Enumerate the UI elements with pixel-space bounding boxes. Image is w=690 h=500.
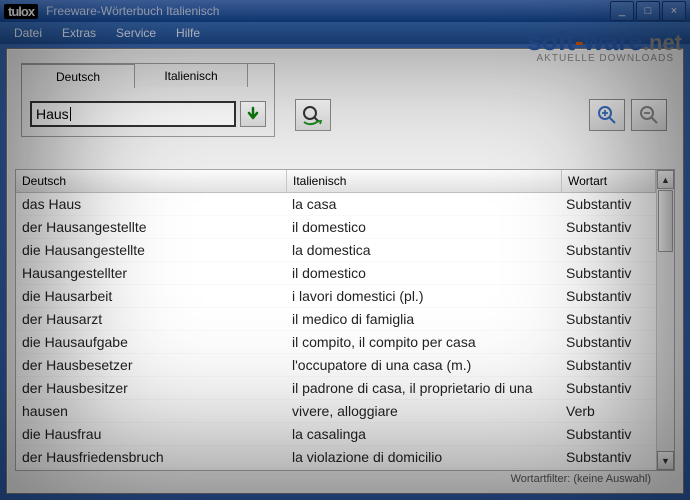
- search-input-value: Haus: [36, 106, 69, 122]
- cell-italienisch: i lavori domestici (pl.): [286, 285, 560, 307]
- col-deutsch[interactable]: Deutsch: [16, 170, 287, 192]
- table-row[interactable]: der Hausfriedensbruchla violazione di do…: [16, 446, 656, 469]
- search-group: Deutsch Italienisch Haus: [21, 63, 275, 137]
- text-caret: [70, 107, 71, 121]
- cell-deutsch: die Hausarbeit: [16, 285, 286, 307]
- col-wortart[interactable]: Wortart: [562, 170, 656, 192]
- table-row[interactable]: die Hausaufgabeil compito, il compito pe…: [16, 331, 656, 354]
- cell-wortart: Substantiv: [560, 377, 656, 399]
- cell-wortart: Substantiv: [560, 331, 656, 353]
- results-table: Deutsch Italienisch Wortart das Hausla c…: [15, 169, 675, 471]
- table-row[interactable]: hausenvivere, alloggiareVerb: [16, 400, 656, 423]
- cell-italienisch: la violazione di domicilio: [286, 446, 560, 468]
- cell-wortart: Substantiv: [560, 446, 656, 468]
- vertical-scrollbar[interactable]: ▲ ▼: [656, 170, 674, 470]
- scroll-up-button[interactable]: ▲: [657, 170, 674, 189]
- magnifier-plus-icon: [596, 104, 618, 126]
- window-title: Freeware-Wörterbuch Italienisch: [46, 4, 219, 18]
- table-row[interactable]: der Hausarztil medico di famigliaSubstan…: [16, 308, 656, 331]
- scroll-down-button[interactable]: ▼: [657, 451, 674, 470]
- tab-deutsch[interactable]: Deutsch: [21, 64, 135, 88]
- magnifier-minus-icon: [638, 104, 660, 126]
- cell-italienisch: il domestico: [286, 216, 560, 238]
- cell-wortart: Substantiv: [560, 216, 656, 238]
- zoom-out-button[interactable]: [631, 99, 667, 131]
- menu-service[interactable]: Service: [108, 24, 164, 42]
- cell-deutsch: die Hausangestellte: [16, 239, 286, 261]
- titlebar: tulox Freeware-Wörterbuch Italienisch _ …: [0, 0, 690, 22]
- cell-wortart: Substantiv: [560, 423, 656, 445]
- col-italienisch[interactable]: Italienisch: [287, 170, 562, 192]
- cell-italienisch: il medico di famiglia: [286, 308, 560, 330]
- cell-deutsch: die Hausfrau: [16, 423, 286, 445]
- cell-deutsch: die Hausaufgabe: [16, 331, 286, 353]
- cell-italienisch: l'occupatore di una casa (m.): [286, 354, 560, 376]
- search-go-button[interactable]: [240, 101, 266, 127]
- cell-deutsch: der Hausbesetzer: [16, 354, 286, 376]
- cell-wortart: Substantiv: [560, 193, 656, 215]
- tab-italienisch[interactable]: Italienisch: [134, 63, 248, 87]
- cell-wortart: Substantiv: [560, 308, 656, 330]
- menubar: Datei Extras Service Hilfe: [0, 22, 690, 44]
- menu-file[interactable]: Datei: [6, 24, 50, 42]
- maximize-button[interactable]: □: [636, 1, 660, 21]
- search-input[interactable]: Haus: [30, 101, 236, 127]
- close-button[interactable]: ×: [662, 1, 686, 21]
- cell-deutsch: das Haus: [16, 193, 286, 215]
- table-row[interactable]: Hausangestellteril domesticoSubstantiv: [16, 262, 656, 285]
- cell-wortart: Substantiv: [560, 239, 656, 261]
- table-row[interactable]: der Hausbesetzerl'occupatore di una casa…: [16, 354, 656, 377]
- cell-deutsch: der Hausarzt: [16, 308, 286, 330]
- cell-wortart: Verb: [560, 400, 656, 422]
- minimize-button[interactable]: _: [610, 1, 634, 21]
- cell-wortart: Substantiv: [560, 262, 656, 284]
- cell-italienisch: la casa: [286, 193, 560, 215]
- status-bar: Wortartfilter: (keine Auswahl): [15, 473, 675, 489]
- menu-extras[interactable]: Extras: [54, 24, 104, 42]
- lookup-button[interactable]: [295, 99, 331, 131]
- cell-italienisch: vivere, alloggiare: [286, 400, 560, 422]
- magnifier-swap-icon: [301, 104, 325, 126]
- table-row[interactable]: der Hausbesitzeril padrone di casa, il p…: [16, 377, 656, 400]
- cell-deutsch: der Hausfriedensbruch: [16, 446, 286, 468]
- arrow-down-icon: [245, 106, 261, 122]
- cell-italienisch: il padrone di casa, il proprietario di u…: [286, 377, 560, 399]
- cell-deutsch: der Hausangestellte: [16, 216, 286, 238]
- menu-help[interactable]: Hilfe: [168, 24, 208, 42]
- table-row[interactable]: der Hausangestellteil domesticoSubstanti…: [16, 216, 656, 239]
- cell-deutsch: der Hausbesitzer: [16, 377, 286, 399]
- cell-italienisch: la domestica: [286, 239, 560, 261]
- table-row[interactable]: die Hausarbeiti lavori domestici (pl.)Su…: [16, 285, 656, 308]
- cell-deutsch: hausen: [16, 400, 286, 422]
- cell-deutsch: Hausangestellter: [16, 262, 286, 284]
- cell-italienisch: il domestico: [286, 262, 560, 284]
- cell-italienisch: la casalinga: [286, 423, 560, 445]
- client-area: Deutsch Italienisch Haus: [6, 48, 684, 494]
- table-row[interactable]: die Hausfraula casalingaSubstantiv: [16, 423, 656, 446]
- cell-wortart: Substantiv: [560, 285, 656, 307]
- scroll-thumb[interactable]: [658, 190, 673, 252]
- table-row[interactable]: das Hausla casaSubstantiv: [16, 193, 656, 216]
- cell-wortart: Substantiv: [560, 354, 656, 376]
- zoom-in-button[interactable]: [589, 99, 625, 131]
- cell-italienisch: il compito, il compito per casa: [286, 331, 560, 353]
- table-header: Deutsch Italienisch Wortart: [16, 170, 656, 193]
- table-row[interactable]: die Hausangestelltela domesticaSubstanti…: [16, 239, 656, 262]
- app-logo: tulox: [4, 4, 38, 19]
